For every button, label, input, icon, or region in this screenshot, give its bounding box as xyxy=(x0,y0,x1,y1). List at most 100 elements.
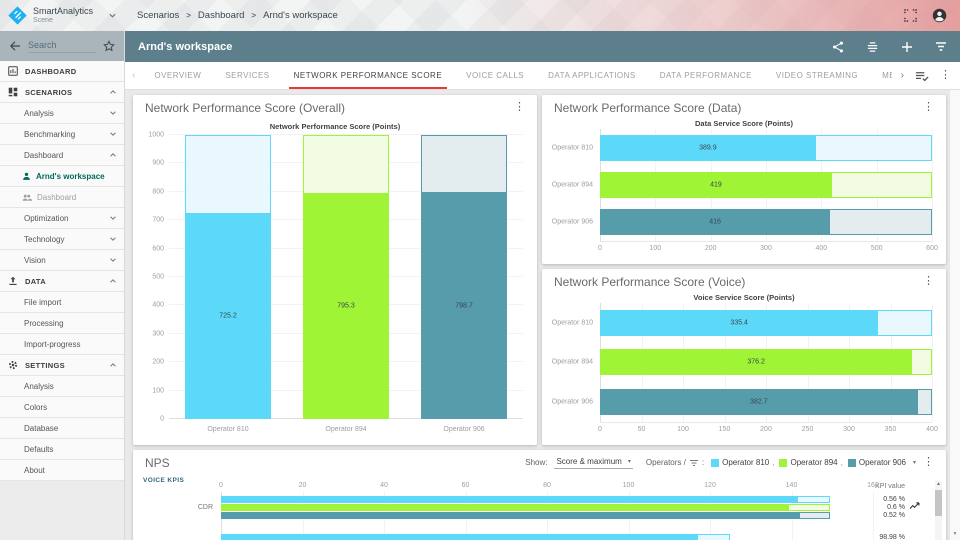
sidebar-item-data[interactable]: DATA xyxy=(0,271,124,292)
sidebar-item-scenarios[interactable]: SCENARIOS xyxy=(0,82,124,103)
share-icon[interactable] xyxy=(832,41,844,53)
y-axis-tick-label: 500 xyxy=(152,274,164,281)
card-kebab-icon[interactable]: ⋮ xyxy=(923,276,934,287)
row-category-label: Operator 810 xyxy=(552,144,593,151)
scroll-up-icon[interactable]: ▲ xyxy=(936,481,941,488)
workspace-title: Arnd's workspace xyxy=(138,41,232,53)
show-select-value: Score & maximum xyxy=(556,457,621,466)
legend-color-chip xyxy=(711,459,719,467)
show-select[interactable]: Score & maximum ▾ xyxy=(554,456,632,469)
bar-row-operator-810: Operator 810335.4 xyxy=(600,310,932,336)
bar-value-label: 335.4 xyxy=(600,319,878,326)
tab-messaging[interactable]: MESSAGING xyxy=(870,62,892,89)
legend-item-operator-894[interactable]: Operator 894, xyxy=(779,458,842,467)
sidebar-item-dashboard[interactable]: Dashboard xyxy=(0,187,124,208)
sidebar-item-import-progress[interactable]: Import-progress xyxy=(0,334,124,355)
account-icon[interactable] xyxy=(932,8,947,23)
nps-section-label: VOICE KPIS xyxy=(143,477,184,484)
sidebar-item-benchmarking[interactable]: Benchmarking xyxy=(0,124,124,145)
search-input[interactable]: Search xyxy=(28,40,96,53)
chart-title: Network Performance Score (Points) xyxy=(133,122,537,131)
sidebar-item-analysis[interactable]: Analysis xyxy=(0,103,124,124)
group-icon xyxy=(22,193,32,202)
bar-rows: Operator 810389.9Operator 894419Operator… xyxy=(600,129,932,241)
tab-services[interactable]: SERVICES xyxy=(213,62,281,89)
sort-icon[interactable] xyxy=(689,459,699,467)
card-kebab-icon[interactable]: ⋮ xyxy=(923,102,934,113)
playlist-check-icon[interactable] xyxy=(915,70,929,82)
sidebar-item-dashboard[interactable]: DASHBOARD xyxy=(0,61,124,82)
card-kebab-icon[interactable]: ⋮ xyxy=(923,457,934,468)
tabs-scroll-right-icon[interactable]: › xyxy=(901,70,904,81)
bar-operator-810 xyxy=(221,496,798,503)
bar-operator-906 xyxy=(221,512,800,519)
voice-bar-chart: 050100150200250300350400Operator 810335.… xyxy=(600,303,932,423)
nps-scrollbar[interactable]: ▲ xyxy=(935,481,942,540)
sidebar-item-about[interactable]: About xyxy=(0,460,124,481)
sidebar-item-database[interactable]: Database xyxy=(0,418,124,439)
tab-data-applications[interactable]: DATA APPLICATIONS xyxy=(536,62,648,89)
y-axis-tick-label: 200 xyxy=(152,359,164,366)
chevron-down-icon[interactable] xyxy=(108,11,117,20)
tab-network-performance-score[interactable]: NETWORK PERFORMANCE SCORE xyxy=(282,62,455,89)
tab-overview[interactable]: OVERVIEW xyxy=(142,62,213,89)
filter-icon[interactable] xyxy=(935,41,947,52)
bar-row-operator-906: Operator 906382.7 xyxy=(600,389,932,415)
y-axis-tick-label: 1000 xyxy=(148,132,164,139)
sidebar-item-vision[interactable]: Vision xyxy=(0,250,124,271)
legend-separator: , xyxy=(841,458,843,467)
fullscreen-icon[interactable] xyxy=(904,9,917,22)
sidebar-item-analysis[interactable]: Analysis xyxy=(0,376,124,397)
back-arrow-icon[interactable] xyxy=(9,41,21,51)
card-kebab-icon[interactable]: ⋮ xyxy=(514,102,525,113)
card-voice-score: Network Performance Score (Voice) ⋮ Voic… xyxy=(542,269,946,445)
sidebar-item-label: Import-progress xyxy=(24,340,80,349)
breadcrumb-item-scenarios[interactable]: Scenarios xyxy=(137,10,179,21)
x-axis-tick-label: 120 xyxy=(704,482,716,489)
star-icon[interactable] xyxy=(103,40,115,52)
tabs-scroll-left-icon[interactable]: ‹ xyxy=(125,70,142,81)
legend-item-operator-906[interactable]: Operator 906 xyxy=(848,458,906,467)
sidebar-item-dashboard[interactable]: Dashboard xyxy=(0,145,124,166)
x-axis-tick-label: 500 xyxy=(871,245,883,252)
bar-value-label: 419 xyxy=(600,181,832,188)
y-axis-tick-label: 900 xyxy=(152,160,164,167)
trend-sparkline-icon[interactable] xyxy=(909,502,920,510)
card-title: Network Performance Score (Data) xyxy=(554,101,741,115)
bar-value-label: 725.2 xyxy=(185,313,271,320)
sidebar-item-label: Dashboard xyxy=(24,151,63,160)
sidebar-item-colors[interactable]: Colors xyxy=(0,397,124,418)
sidebar-item-processing[interactable]: Processing xyxy=(0,313,124,334)
sidebar-item-settings[interactable]: SETTINGS xyxy=(0,355,124,376)
x-axis-tick-label: 300 xyxy=(843,426,855,433)
add-icon[interactable] xyxy=(901,41,913,53)
chevron-down-icon xyxy=(109,214,117,222)
breadcrumb-item-dashboard[interactable]: Dashboard xyxy=(198,10,244,21)
tabbar-kebab-icon[interactable]: ⋮ xyxy=(940,70,951,81)
scroll-down-icon[interactable]: ▼ xyxy=(950,531,960,537)
row-category-label: Operator 906 xyxy=(552,399,593,406)
x-axis-tick-label: 350 xyxy=(885,426,897,433)
tab-video-streaming[interactable]: VIDEO STREAMING xyxy=(764,62,870,89)
breadcrumb-item-arnd-s-workspace[interactable]: Arnd's workspace xyxy=(263,10,338,21)
scrollbar-thumb[interactable] xyxy=(935,490,942,516)
sidebar-item-defaults[interactable]: Defaults xyxy=(0,439,124,460)
sidebar-item-arnd-s-workspace[interactable]: Arnd's workspace xyxy=(0,166,124,187)
legend-item-operator-810[interactable]: Operator 810, xyxy=(711,458,774,467)
row-category-label: Operator 810 xyxy=(552,319,593,326)
chevron-up-icon xyxy=(109,88,117,96)
window-scrollbar[interactable]: ▼ xyxy=(949,90,960,540)
tab-data-performance[interactable]: DATA PERFORMANCE xyxy=(648,62,764,89)
collapse-rows-icon[interactable] xyxy=(866,41,879,53)
legend-dropdown-icon[interactable]: ▾ xyxy=(913,459,916,466)
sidebar-item-label: Dashboard xyxy=(37,193,76,202)
sidebar-item-file-import[interactable]: File import xyxy=(0,292,124,313)
sidebar-item-technology[interactable]: Technology xyxy=(0,229,124,250)
gridline xyxy=(932,129,933,241)
brand[interactable]: SmartAnalytics Scene xyxy=(0,0,125,31)
tab-voice-calls[interactable]: VOICE CALLS xyxy=(454,62,536,89)
sidebar-item-optimization[interactable]: Optimization xyxy=(0,208,124,229)
app-root: SmartAnalytics Scene Scenarios>Dashboard… xyxy=(0,0,960,540)
search-bar: Search xyxy=(0,31,124,61)
chevron-up-icon xyxy=(109,277,117,285)
